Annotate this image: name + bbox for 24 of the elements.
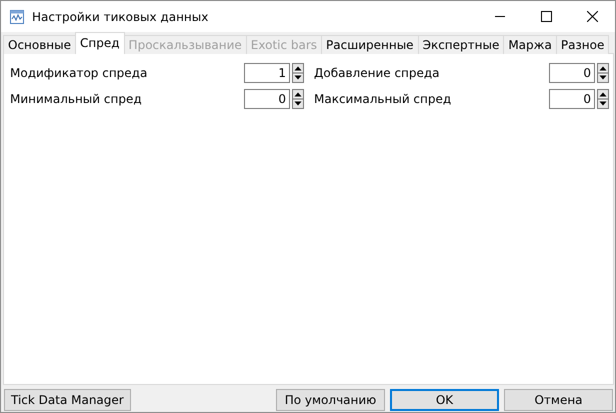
dialog-button[interactable]: По умолчанию [276, 389, 385, 411]
tab[interactable]: Маржа [503, 35, 557, 54]
spinner-icon[interactable] [597, 89, 609, 109]
tab[interactable]: Основные [3, 35, 76, 54]
tab[interactable]: Экспертные [418, 35, 504, 54]
dialog-button[interactable]: Tick Data Manager [4, 389, 131, 411]
field-label: Минимальный спред [10, 92, 143, 106]
tab[interactable]: Расширенные [321, 35, 419, 54]
dialog-button[interactable]: Отмена [504, 389, 613, 411]
window-title: Настройки тиковых данных [32, 10, 210, 24]
dialog-button[interactable]: OK [390, 389, 499, 411]
number-field[interactable]: 0 [549, 89, 595, 109]
number-field[interactable]: 0 [244, 89, 290, 109]
number-field[interactable]: 0 [549, 63, 595, 83]
number-field[interactable]: 1 [244, 63, 290, 83]
spinner-icon[interactable] [292, 89, 304, 109]
tab[interactable]: Спред [75, 32, 125, 54]
spinner-icon[interactable] [292, 63, 304, 83]
field-label: Добавление спреда [314, 66, 441, 80]
spinner-icon[interactable] [597, 63, 609, 83]
field-label: Модификатор спреда [10, 66, 148, 80]
app-icon [9, 8, 25, 24]
tab[interactable]: Разное [556, 35, 610, 54]
field-label: Максимальный спред [314, 92, 452, 106]
